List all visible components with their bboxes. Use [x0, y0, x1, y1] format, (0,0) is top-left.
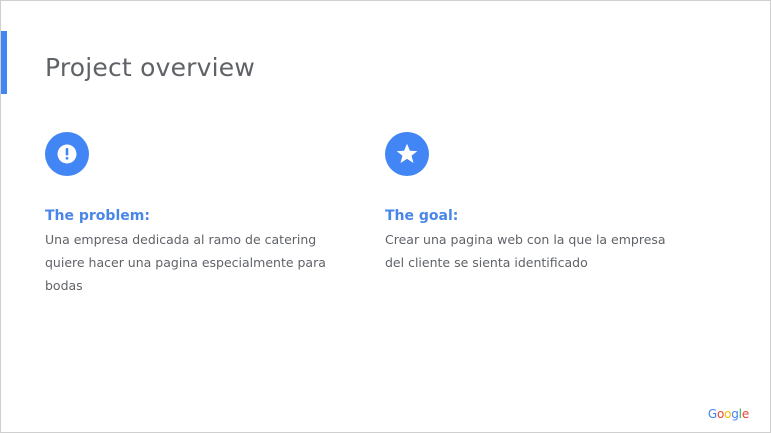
slide-title: Project overview	[45, 53, 255, 82]
star-icon	[385, 132, 429, 176]
google-logo: Google	[708, 407, 749, 421]
problem-heading: The problem:	[45, 208, 150, 224]
logo-letter: g	[731, 407, 739, 421]
exclamation-circle-icon	[45, 132, 89, 176]
slide: Project overview The problem: Una empres…	[0, 0, 771, 433]
goal-heading: The goal:	[385, 208, 459, 224]
problem-section: The problem: Una empresa dedicada al ram…	[45, 132, 345, 297]
goal-section: The goal: Crear una pagina web con la qu…	[385, 132, 685, 274]
title-accent-bar	[1, 31, 7, 94]
goal-text: Crear una pagina web con la que la empre…	[385, 232, 666, 270]
logo-letter: G	[707, 407, 717, 421]
logo-letter: e	[741, 407, 749, 421]
problem-text: Una empresa dedicada al ramo de catering…	[45, 232, 326, 293]
